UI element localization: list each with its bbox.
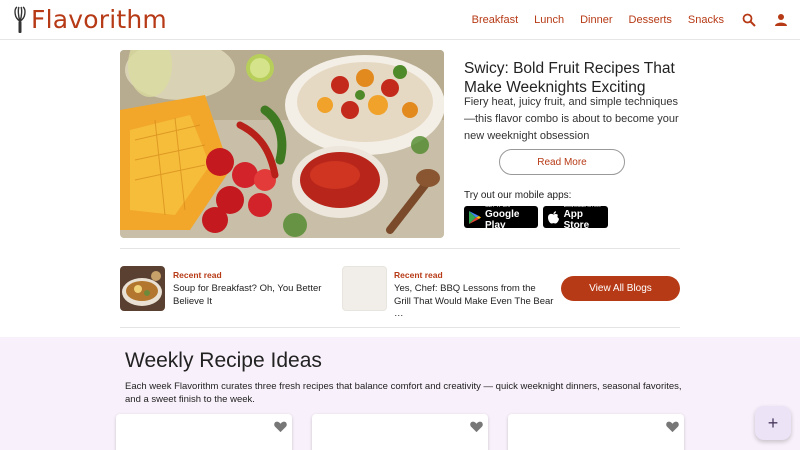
nav-desserts[interactable]: Desserts <box>629 14 672 26</box>
main-nav: Breakfast Lunch Dinner Desserts Snacks <box>456 0 788 40</box>
view-all-blogs-button[interactable]: View All Blogs <box>561 276 680 301</box>
nav-dinner[interactable]: Dinner <box>580 14 612 26</box>
nav-breakfast[interactable]: Breakfast <box>472 14 518 26</box>
recipe-card[interactable] <box>508 414 684 450</box>
heart-icon[interactable] <box>666 420 679 433</box>
weekly-title: Weekly Recipe Ideas <box>125 349 322 372</box>
logo[interactable]: Flavorithm <box>12 5 167 34</box>
google-play-icon <box>469 210 481 224</box>
hero-title[interactable]: Swicy: Bold Fruit Recipes That Make Week… <box>464 59 694 97</box>
recipe-card[interactable] <box>116 414 292 450</box>
recent-read-thumbnail[interactable] <box>342 266 387 311</box>
mobile-apps-label: Try out our mobile apps: <box>464 190 572 201</box>
recent-read-title[interactable]: Yes, Chef: BBQ Lessons from the Grill Th… <box>394 283 554 321</box>
google-play-button[interactable]: GET IT ON Google Play <box>464 203 538 231</box>
divider <box>120 248 680 249</box>
hero-image[interactable] <box>120 50 444 238</box>
recent-read-thumbnail[interactable] <box>120 266 165 311</box>
divider <box>120 327 680 328</box>
search-icon[interactable] <box>742 13 756 27</box>
heart-icon[interactable] <box>274 420 287 433</box>
heart-icon[interactable] <box>470 420 483 433</box>
recent-read-title[interactable]: Soup for Breakfast? Oh, You Better Belie… <box>173 283 333 308</box>
google-play-text: Google Play <box>485 209 520 231</box>
apple-icon <box>548 210 560 224</box>
user-icon[interactable] <box>774 13 788 27</box>
hero-description: Fiery heat, juicy fruit, and simple tech… <box>464 96 679 142</box>
app-store-text: App Store <box>563 209 590 231</box>
brand-name: Flavorithm <box>31 5 167 34</box>
nav-lunch[interactable]: Lunch <box>534 14 564 26</box>
site-header: Flavorithm Breakfast Lunch Dinner Desser… <box>0 0 800 40</box>
recent-read-label: Recent read <box>394 270 443 280</box>
recipe-card[interactable] <box>312 414 488 450</box>
nav-snacks[interactable]: Snacks <box>688 14 724 26</box>
read-more-button[interactable]: Read More <box>499 149 625 175</box>
add-button[interactable]: + <box>755 406 791 440</box>
app-store-button[interactable]: Download on the App Store <box>543 203 608 231</box>
weekly-description: Each week Flavorithm curates three fresh… <box>125 381 682 405</box>
recent-read-label: Recent read <box>173 270 222 280</box>
whisk-icon <box>14 5 26 33</box>
